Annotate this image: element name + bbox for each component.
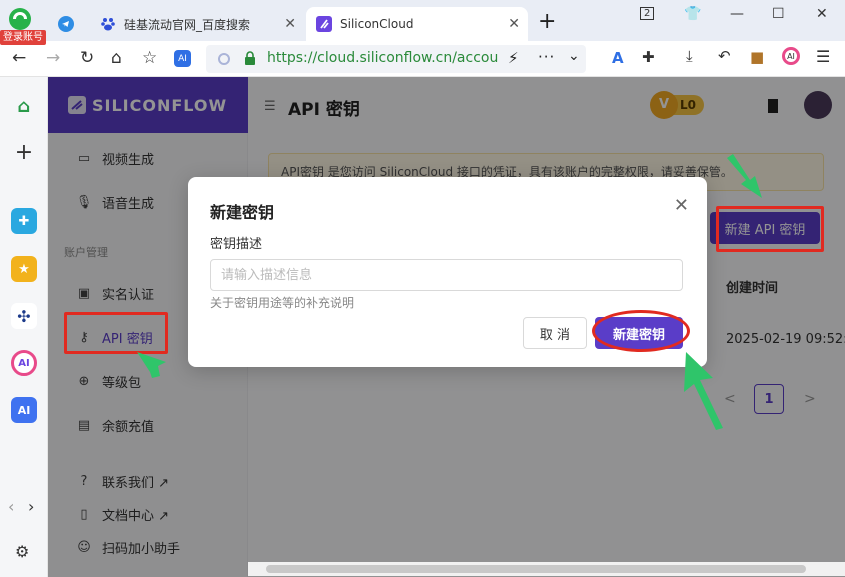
shirt-icon[interactable]: 👕 <box>684 6 701 22</box>
tab-label: 硅基流动官网_百度搜索 <box>124 17 251 32</box>
new-tab-button[interactable]: + <box>538 9 556 34</box>
download-icon[interactable]: ⤓ <box>686 47 693 65</box>
minimize-icon[interactable]: — <box>730 6 744 22</box>
more-icon[interactable]: ··· <box>538 48 555 66</box>
close-icon[interactable]: ✕ <box>508 16 520 32</box>
ai-app-icon[interactable]: AI <box>11 350 37 376</box>
home-icon[interactable]: ⌂ <box>11 93 37 119</box>
field-hint: 关于密钥用途等的补充说明 <box>210 296 355 310</box>
ai-assistant-icon[interactable]: AI <box>174 50 191 67</box>
lock-icon <box>245 51 255 65</box>
window-close-icon[interactable]: ✕ <box>816 6 828 22</box>
app-icon[interactable]: ✚ <box>11 208 37 234</box>
reload-icon[interactable]: ↻ <box>80 48 94 68</box>
site-info-icon[interactable] <box>218 53 230 65</box>
plus-icon[interactable]: + <box>11 139 37 165</box>
chevron-down-icon[interactable]: ⌄ <box>568 48 580 64</box>
field-label-description: 密钥描述 <box>210 237 263 252</box>
annotation-highlight-submit <box>592 310 690 352</box>
translate-icon[interactable]: A <box>612 49 624 67</box>
chevron-right-icon[interactable]: › <box>28 497 34 516</box>
browser-sidebar: ⌂ + ✚ ★ ✣ AI AI ‹ › ⚙ <box>0 77 48 577</box>
tab-telegram[interactable] <box>48 7 88 41</box>
annotation-highlight-create-button <box>716 206 824 252</box>
url-text: https://cloud.siliconflow.cn/accou <box>267 50 499 66</box>
tab-count-badge[interactable]: 2 <box>640 7 655 20</box>
cancel-button[interactable]: 取 消 <box>523 317 587 349</box>
login-badge[interactable]: 登录账号 <box>0 30 46 45</box>
forward-icon[interactable]: → <box>46 48 60 68</box>
description-input[interactable] <box>210 259 683 291</box>
telegram-icon <box>58 16 74 32</box>
horizontal-scrollbar[interactable] <box>248 562 845 576</box>
browser-toolbar: ← → ↻ ⌂ ☆ AI https://cloud.siliconflow.c… <box>0 41 845 77</box>
tab-siliconcloud[interactable]: SiliconCloud ✕ <box>306 7 528 41</box>
undo-icon[interactable]: ↶ <box>718 47 731 65</box>
close-icon[interactable]: ✕ <box>284 16 296 32</box>
extensions-icon[interactable]: ✚ <box>642 48 655 66</box>
lightning-icon[interactable]: ⚡ <box>508 49 519 67</box>
browser-tab-bar: 登录账号 硅基流动官网_百度搜索 ✕ SiliconCloud ✕ + 2 👕 … <box>0 0 845 45</box>
tab-baidu[interactable]: 硅基流动官网_百度搜索 ✕ <box>90 7 304 41</box>
browser-logo-icon[interactable] <box>6 6 36 32</box>
chevron-left-icon[interactable]: ‹ <box>8 497 14 516</box>
maximize-icon[interactable]: ☐ <box>772 6 785 22</box>
close-icon[interactable]: ✕ <box>674 195 689 216</box>
settings-icon[interactable]: ⚙ <box>15 542 29 561</box>
scrollbar-thumb[interactable] <box>266 565 806 573</box>
tab-label: SiliconCloud <box>340 17 414 31</box>
home-icon[interactable]: ⌂ <box>111 48 122 68</box>
annotation-highlight-api-keys <box>64 312 168 354</box>
ai-extension-icon[interactable]: AI <box>782 47 800 65</box>
dialog-title: 新建密钥 <box>210 203 275 222</box>
briefcase-icon[interactable]: ■ <box>750 48 764 66</box>
baidu-icon <box>100 16 116 32</box>
address-bar[interactable]: https://cloud.siliconflow.cn/accou ⚡ ···… <box>206 45 586 73</box>
back-icon[interactable]: ← <box>12 48 26 68</box>
star-list-icon[interactable]: ☆ <box>142 48 157 68</box>
network-icon[interactable]: ✣ <box>11 303 37 329</box>
siliconcloud-icon <box>316 16 332 32</box>
menu-icon[interactable]: ☰ <box>816 47 830 66</box>
ai-square-icon[interactable]: AI <box>11 397 37 423</box>
star-app-icon[interactable]: ★ <box>11 256 37 282</box>
